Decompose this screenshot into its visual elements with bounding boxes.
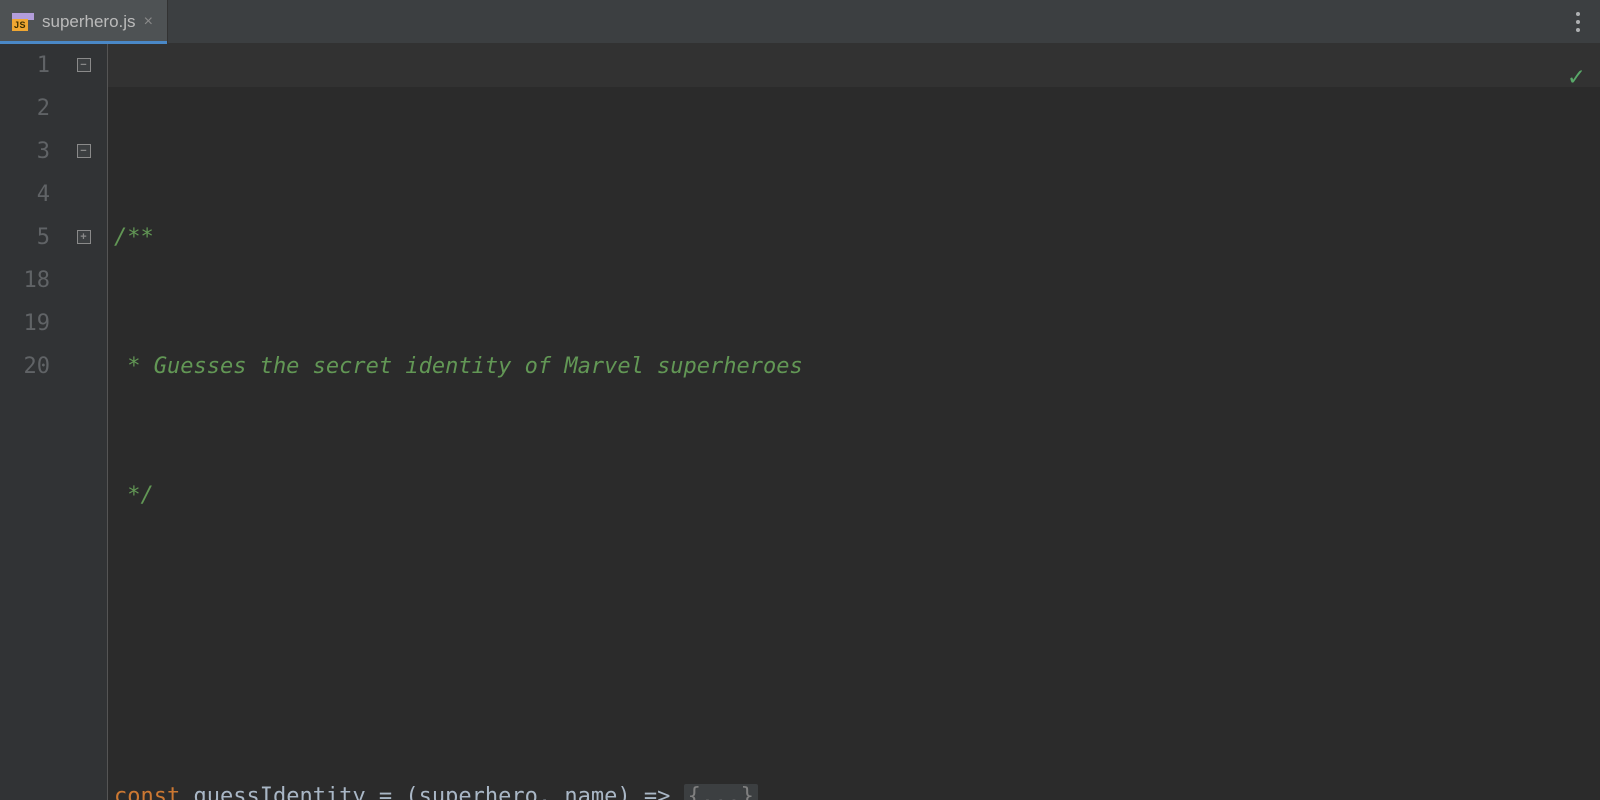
current-line-highlight [108,44,1600,87]
punct: , [538,784,565,800]
keyword-const: const [114,784,180,800]
fold-toggle-icon[interactable] [77,144,91,158]
punct: = ( [366,784,419,800]
punct: ) => [617,784,683,800]
line-number: 5 [0,216,50,259]
editor[interactable]: 1 2 3 4 5 18 19 20 /** * Guesses the sec… [0,44,1600,800]
param: name [564,784,617,800]
line-number: 2 [0,87,50,130]
param: superhero [419,784,538,800]
identifier: guessIdentity [193,784,365,800]
fold-gutter [60,44,108,800]
more-options-icon[interactable] [1568,6,1588,38]
fold-expand-icon[interactable] [77,230,91,244]
tab-filename: superhero.js [42,12,136,32]
line-number: 18 [0,259,50,302]
line-number-gutter: 1 2 3 4 5 18 19 20 [0,44,60,800]
line-number: 3 [0,130,50,173]
line-number: 4 [0,173,50,216]
code-line[interactable]: * Guesses the secret identity of Marvel … [114,345,1600,388]
fold-toggle-icon[interactable] [77,58,91,72]
analysis-ok-icon[interactable]: ✓ [1568,56,1584,99]
file-tab[interactable]: JS superhero.js × [0,0,168,43]
js-file-icon: JS [12,13,34,31]
tab-bar-actions [1568,0,1600,43]
code-area[interactable]: /** * Guesses the secret identity of Mar… [108,44,1600,800]
code-line[interactable]: /** [114,216,1600,259]
doc-comment-close: */ [114,483,154,508]
js-badge: JS [12,19,28,31]
code-line[interactable] [114,603,1600,646]
close-tab-icon[interactable]: × [144,14,153,30]
doc-comment-body: * Guesses the secret identity of Marvel … [114,354,803,379]
line-number: 19 [0,302,50,345]
doc-comment-open: /** [114,225,154,250]
line-number: 20 [0,345,50,388]
code-line[interactable]: const guessIdentity = (superhero, name) … [114,775,1600,800]
code-line[interactable]: */ [114,474,1600,517]
tab-bar: JS superhero.js × [0,0,1600,44]
line-number: 1 [0,44,50,87]
folded-region[interactable]: {...} [684,784,758,800]
